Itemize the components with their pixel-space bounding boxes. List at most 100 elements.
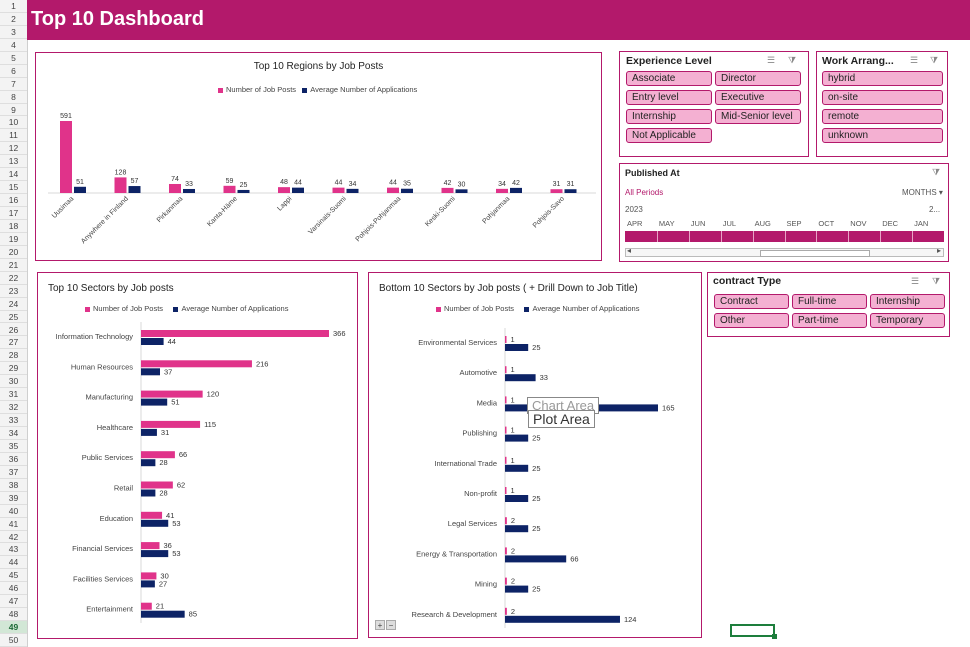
row-number[interactable]: 30 — [0, 375, 27, 389]
row-number[interactable]: 20 — [0, 246, 27, 259]
timeline-month-label[interactable]: AUG — [755, 219, 771, 228]
timeline-scrollbar[interactable]: ◂ ▸ — [625, 246, 944, 257]
slicer-item-internship[interactable]: Internship — [626, 109, 712, 124]
row-number[interactable]: 1 — [0, 0, 27, 13]
clear-filter-icon[interactable]: ⧩ — [932, 276, 940, 287]
row-number[interactable]: 2 — [0, 13, 27, 26]
clear-filter-icon[interactable]: ⧩ — [788, 55, 796, 66]
multi-select-icon[interactable]: ☰ — [911, 276, 919, 287]
row-number[interactable]: 13 — [0, 155, 27, 169]
timeline-month-label[interactable]: OCT — [818, 219, 834, 228]
timeline-month-label[interactable]: JUL — [723, 219, 736, 228]
row-number[interactable]: 39 — [0, 492, 27, 505]
row-number[interactable]: 24 — [0, 298, 27, 311]
collapse-field-button[interactable]: − — [386, 620, 396, 630]
row-number[interactable]: 10 — [0, 116, 27, 130]
row-number[interactable]: 5 — [0, 52, 27, 65]
published-at-timeline[interactable]: Published At ⧩ All Periods MONTHS ▾ 2023… — [619, 163, 949, 262]
slicer-item-associate[interactable]: Associate — [626, 71, 712, 86]
row-number[interactable]: 49 — [0, 621, 27, 635]
row-number[interactable]: 28 — [0, 349, 27, 363]
row-number[interactable]: 15 — [0, 181, 27, 195]
slicer-item-entry-level[interactable]: Entry level — [626, 90, 712, 105]
row-number[interactable]: 21 — [0, 259, 27, 272]
row-number[interactable]: 36 — [0, 453, 27, 466]
timeline-month-label[interactable]: SEP — [787, 219, 802, 228]
row-number[interactable]: 19 — [0, 233, 27, 246]
row-number[interactable]: 41 — [0, 518, 27, 531]
slicer-item-temporary[interactable]: Temporary — [870, 313, 945, 328]
row-number[interactable]: 34 — [0, 427, 27, 440]
slicer-item-mid-senior[interactable]: Mid-Senior level — [715, 109, 801, 124]
scroll-right-icon[interactable]: ▸ — [937, 246, 941, 255]
slicer-item-contract[interactable]: Contract — [714, 294, 789, 309]
row-number[interactable]: 26 — [0, 324, 27, 337]
multi-select-icon[interactable]: ☰ — [767, 55, 775, 66]
contract-type-slicer[interactable]: contract Type ☰ ⧩ Contract Full-time Int… — [707, 272, 950, 337]
expand-field-button[interactable]: + — [375, 620, 385, 630]
row-number[interactable]: 17 — [0, 207, 27, 220]
row-number[interactable]: 37 — [0, 466, 27, 479]
row-number[interactable]: 46 — [0, 582, 27, 596]
work-arrangement-slicer[interactable]: Work Arrang... ☰ ⧩ hybrid on-site remote… — [816, 51, 948, 157]
row-number[interactable]: 11 — [0, 129, 27, 143]
row-number[interactable]: 7 — [0, 78, 27, 91]
row-number[interactable]: 31 — [0, 388, 27, 402]
bottom-sectors-chart-panel[interactable]: Bottom 10 Sectors by Job posts ( + Drill… — [368, 272, 702, 638]
slicer-item-unknown[interactable]: unknown — [822, 128, 943, 143]
regions-chart-panel[interactable]: Top 10 Regions by Job Posts Number of Jo… — [35, 52, 602, 261]
slicer-item-full-time[interactable]: Full-time — [792, 294, 867, 309]
row-number[interactable]: 6 — [0, 65, 27, 78]
row-number[interactable]: 44 — [0, 556, 27, 570]
row-number[interactable]: 48 — [0, 608, 27, 622]
row-number[interactable]: 16 — [0, 194, 27, 208]
row-number[interactable]: 42 — [0, 531, 27, 544]
timeline-month-label[interactable]: NOV — [850, 219, 866, 228]
timeline-month-label[interactable]: DEC — [882, 219, 898, 228]
row-number[interactable]: 38 — [0, 479, 27, 492]
slicer-item-remote[interactable]: remote — [822, 109, 943, 124]
row-number[interactable]: 3 — [0, 26, 27, 39]
multi-select-icon[interactable]: ☰ — [910, 55, 918, 66]
row-number[interactable]: 8 — [0, 91, 27, 104]
row-number[interactable]: 33 — [0, 414, 27, 428]
active-cell-selection[interactable] — [730, 624, 777, 639]
row-number[interactable]: 18 — [0, 220, 27, 233]
scroll-left-icon[interactable]: ◂ — [627, 246, 631, 255]
row-number[interactable]: 23 — [0, 285, 27, 298]
row-number[interactable]: 9 — [0, 104, 27, 117]
row-number[interactable]: 4 — [0, 39, 27, 52]
slicer-item-on-site[interactable]: on-site — [822, 90, 943, 105]
top-sectors-chart-panel[interactable]: Top 10 Sectors by Job posts Number of Jo… — [37, 272, 358, 639]
slicer-item-other[interactable]: Other — [714, 313, 789, 328]
row-number[interactable]: 35 — [0, 440, 27, 453]
scrollbar-thumb[interactable] — [760, 250, 870, 257]
row-number[interactable]: 25 — [0, 311, 27, 324]
slicer-item-internship[interactable]: Internship — [870, 294, 945, 309]
timeline-month-label[interactable]: JAN — [914, 219, 928, 228]
clear-filter-icon[interactable]: ⧩ — [930, 55, 938, 66]
row-number[interactable]: 43 — [0, 543, 27, 557]
row-number[interactable]: 32 — [0, 401, 27, 415]
timeline-level-select[interactable]: MONTHS ▾ — [902, 188, 943, 197]
timeline-month-label[interactable]: JUN — [691, 219, 706, 228]
row-number[interactable]: 45 — [0, 569, 27, 583]
row-number[interactable]: 47 — [0, 595, 27, 609]
row-number[interactable]: 14 — [0, 168, 27, 182]
category-label: Kanta-Häme — [206, 195, 239, 228]
row-number[interactable]: 22 — [0, 272, 27, 285]
slicer-item-hybrid[interactable]: hybrid — [822, 71, 943, 86]
slicer-item-executive[interactable]: Executive — [715, 90, 801, 105]
row-number[interactable]: 27 — [0, 336, 27, 350]
row-number[interactable]: 12 — [0, 142, 27, 156]
slicer-item-director[interactable]: Director — [715, 71, 801, 86]
row-number[interactable]: 50 — [0, 634, 27, 647]
experience-level-slicer[interactable]: Experience Level ☰ ⧩ Associate Director … — [619, 51, 809, 157]
slicer-item-part-time[interactable]: Part-time — [792, 313, 867, 328]
timeline-month-label[interactable]: APR — [627, 219, 642, 228]
timeline-month-label[interactable]: MAY — [659, 219, 675, 228]
row-number[interactable]: 29 — [0, 362, 27, 376]
clear-filter-icon[interactable]: ⧩ — [932, 167, 940, 178]
row-number[interactable]: 40 — [0, 505, 27, 518]
slicer-item-not-applicable[interactable]: Not Applicable — [626, 128, 712, 143]
